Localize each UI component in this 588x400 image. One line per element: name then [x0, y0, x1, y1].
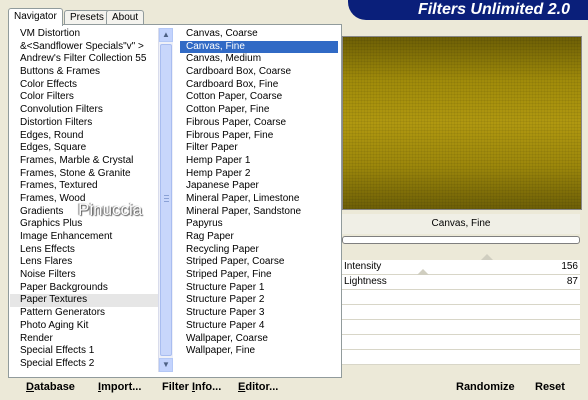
filter-item[interactable]: Structure Paper 1: [180, 282, 338, 295]
scroll-thumb[interactable]: [160, 44, 172, 356]
category-item[interactable]: Frames, Textured: [10, 180, 158, 193]
tab-about[interactable]: About: [106, 10, 145, 25]
database-button[interactable]: Database: [26, 381, 75, 393]
category-item[interactable]: Color Filters: [10, 91, 158, 104]
preview-filter-name: Canvas, Fine: [342, 214, 580, 234]
filter-item[interactable]: Structure Paper 3: [180, 307, 338, 320]
category-scrollbar[interactable]: ▲ ▼: [158, 28, 173, 372]
category-item[interactable]: Photo Aging Kit: [10, 320, 158, 333]
category-item[interactable]: Special Effects 2: [10, 358, 158, 371]
filter-item[interactable]: Canvas, Fine: [180, 40, 338, 54]
progress-bar: [342, 236, 580, 244]
title-banner: Filters Unlimited 2.0: [348, 0, 588, 20]
category-item[interactable]: Lens Effects: [10, 244, 158, 257]
filter-item[interactable]: Cardboard Box, Fine: [180, 79, 338, 92]
category-item[interactable]: Andrew's Filter Collection 55: [10, 53, 158, 66]
grip-line: [164, 198, 169, 199]
category-item[interactable]: Graphics Plus: [10, 218, 158, 231]
category-item[interactable]: Lens Flares: [10, 256, 158, 269]
category-item[interactable]: Render: [10, 333, 158, 346]
filter-preview: [342, 36, 582, 210]
param-row-empty: [342, 350, 580, 365]
filter-item[interactable]: Striped Paper, Fine: [180, 269, 338, 282]
watermark: Pinuccia: [78, 200, 143, 219]
tab-navigator[interactable]: Navigator: [8, 8, 63, 26]
category-item[interactable]: &<Sandflower Specials"v" >: [10, 41, 158, 54]
scroll-up-button[interactable]: ▲: [159, 28, 173, 42]
filter-item[interactable]: Fibrous Paper, Coarse: [180, 117, 338, 130]
param-value: 156: [561, 261, 578, 272]
filter-item[interactable]: Rag Paper: [180, 231, 338, 244]
category-item[interactable]: Edges, Square: [10, 142, 158, 155]
filter-item[interactable]: Hemp Paper 2: [180, 168, 338, 181]
category-item[interactable]: Paper Textures: [10, 294, 158, 308]
button-label: atabase: [33, 381, 75, 393]
filter-info-button[interactable]: Filter Info...: [162, 381, 221, 393]
category-item[interactable]: Distortion Filters: [10, 117, 158, 130]
filter-item[interactable]: Recycling Paper: [180, 244, 338, 257]
button-label: Filter: [162, 381, 192, 393]
param-row-empty: [342, 305, 580, 320]
category-item[interactable]: Paper Backgrounds: [10, 282, 158, 295]
button-label: nfo...: [195, 381, 222, 393]
parameter-panel: Intensity 156 Lightness 87: [342, 254, 580, 372]
category-item[interactable]: Special Effects 1: [10, 345, 158, 358]
slider-marker[interactable]: [416, 269, 429, 275]
param-label: Intensity: [344, 261, 382, 272]
param-row-lightness[interactable]: Lightness 87: [342, 269, 580, 290]
filter-item[interactable]: Cardboard Box, Coarse: [180, 66, 338, 79]
param-value: 87: [566, 276, 578, 287]
filter-item[interactable]: Cotton Paper, Coarse: [180, 91, 338, 104]
import-button[interactable]: Import...: [98, 381, 141, 393]
grip-line: [164, 201, 169, 202]
randomize-button[interactable]: Randomize: [456, 381, 515, 393]
filter-item[interactable]: Papyrus: [180, 218, 338, 231]
filter-item[interactable]: Striped Paper, Coarse: [180, 256, 338, 269]
slider-marker[interactable]: [481, 254, 494, 260]
filter-item[interactable]: Structure Paper 4: [180, 320, 338, 333]
category-item[interactable]: Image Enhancement: [10, 231, 158, 244]
category-item[interactable]: Pattern Generators: [10, 307, 158, 320]
param-label: Lightness: [344, 276, 387, 287]
button-label: mport...: [101, 381, 142, 393]
editor-button[interactable]: Editor...: [238, 381, 278, 393]
category-item[interactable]: Convolution Filters: [10, 104, 158, 117]
filter-item[interactable]: Fibrous Paper, Fine: [180, 130, 338, 143]
accel-key: D: [26, 381, 34, 393]
button-label: ditor...: [245, 381, 279, 393]
filter-item[interactable]: Japanese Paper: [180, 180, 338, 193]
filter-item[interactable]: Mineral Paper, Limestone: [180, 193, 338, 206]
filter-item[interactable]: Mineral Paper, Sandstone: [180, 206, 338, 219]
param-row-empty: [342, 335, 580, 350]
grip-line: [164, 195, 169, 196]
button-bar: Database Import... Filter Info... Editor…: [8, 378, 588, 398]
category-item[interactable]: VM Distortion: [10, 28, 158, 41]
app-title: Filters Unlimited 2.0: [417, 1, 570, 18]
filter-item[interactable]: Canvas, Medium: [180, 53, 338, 66]
param-row-intensity[interactable]: Intensity 156: [342, 254, 580, 275]
filter-item[interactable]: Hemp Paper 1: [180, 155, 338, 168]
tab-presets[interactable]: Presets: [64, 10, 110, 25]
param-row-empty: [342, 290, 580, 305]
scroll-down-button[interactable]: ▼: [159, 358, 173, 372]
category-item[interactable]: Buttons & Frames: [10, 66, 158, 79]
param-row-empty: [342, 320, 580, 335]
filter-item[interactable]: Structure Paper 2: [180, 294, 338, 307]
filter-item[interactable]: Filter Paper: [180, 142, 338, 155]
filter-item[interactable]: Wallpaper, Fine: [180, 345, 338, 358]
filter-item[interactable]: Cotton Paper, Fine: [180, 104, 338, 117]
category-item[interactable]: Color Effects: [10, 79, 158, 92]
filter-item[interactable]: Canvas, Coarse: [180, 28, 338, 41]
category-item[interactable]: Noise Filters: [10, 269, 158, 282]
category-item[interactable]: Frames, Marble & Crystal: [10, 155, 158, 168]
category-item[interactable]: Edges, Round: [10, 130, 158, 143]
filter-list[interactable]: Canvas, Coarse Canvas, Fine Canvas, Medium…: [180, 28, 338, 372]
reset-button[interactable]: Reset: [535, 381, 565, 393]
filter-item[interactable]: Wallpaper, Coarse: [180, 333, 338, 346]
category-item[interactable]: Frames, Stone & Granite: [10, 168, 158, 181]
